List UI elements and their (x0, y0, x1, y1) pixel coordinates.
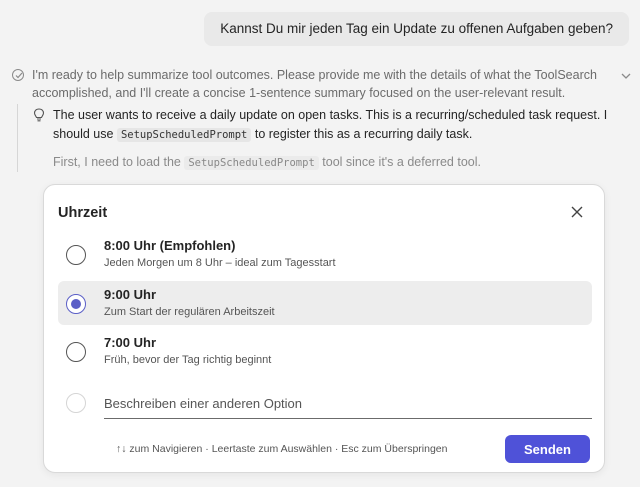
option-7-uhr[interactable]: 7:00 Uhr Früh, bevor der Tag richtig beg… (58, 329, 592, 373)
time-selection-dialog: Uhrzeit 8:00 Uhr (Empfohlen) Jeden Morge… (43, 184, 605, 473)
user-message-bubble: Kannst Du mir jeden Tag ein Update zu of… (204, 12, 629, 46)
tool-name-code: SetupScheduledPrompt (184, 156, 319, 170)
lightbulb-icon (33, 108, 45, 122)
option-title: 8:00 Uhr (Empfohlen) (104, 238, 236, 253)
close-icon[interactable] (570, 205, 584, 219)
chat-page: Kannst Du mir jeden Tag ein Update zu of… (0, 0, 640, 487)
next-step-part2: tool since it's a deferred tool. (322, 155, 481, 169)
option-title: 9:00 Uhr (104, 287, 157, 302)
option-description: Zum Start der regulären Arbeitszeit (104, 306, 275, 318)
keyboard-hint: ↑↓ zum Navigieren · Leertaste zum Auswäh… (116, 443, 448, 455)
reasoning-next-step: First, I need to load the SetupScheduled… (53, 153, 623, 172)
check-circle-icon (12, 69, 24, 81)
option-description: Jeden Morgen um 8 Uhr – ideal zum Tagess… (104, 257, 336, 269)
option-title: 7:00 Uhr (104, 335, 157, 350)
radio-button[interactable] (66, 342, 86, 362)
reasoning-note-part2: to register this as a recurring daily ta… (254, 127, 473, 141)
radio-button[interactable] (66, 245, 86, 265)
next-step-part1: First, I need to load the (53, 155, 181, 169)
reasoning-note: The user wants to receive a daily update… (53, 106, 623, 145)
option-8-uhr[interactable]: 8:00 Uhr (Empfohlen) Jeden Morgen um 8 U… (58, 232, 592, 276)
tool-name-code: SetupScheduledPrompt (116, 128, 252, 142)
radio-button-selected[interactable] (66, 294, 86, 314)
option-description: Früh, bevor der Tag richtig beginnt (104, 354, 272, 366)
send-button[interactable]: Senden (505, 435, 590, 463)
thread-divider (17, 104, 18, 172)
dialog-title: Uhrzeit (58, 205, 108, 221)
thinking-text: I'm ready to help summarize tool outcome… (32, 68, 597, 100)
other-option-input[interactable] (104, 389, 592, 419)
radio-button-other[interactable] (66, 393, 86, 413)
option-9-uhr[interactable]: 9:00 Uhr Zum Start der regulären Arbeits… (58, 281, 592, 325)
chevron-down-icon[interactable] (620, 69, 632, 81)
